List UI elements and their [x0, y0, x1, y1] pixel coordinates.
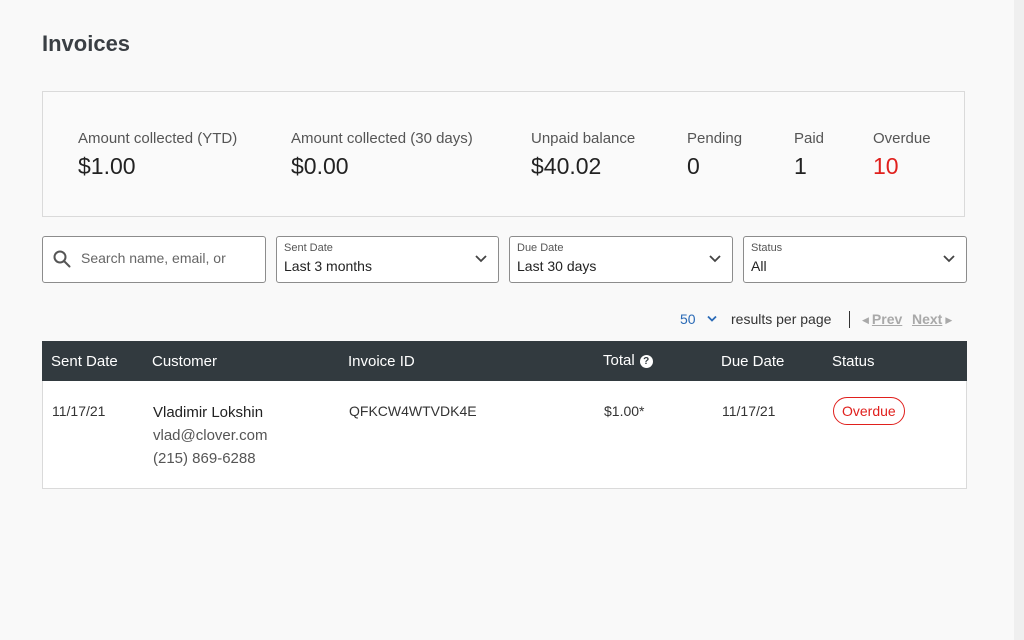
stat-30-days-label: Amount collected (30 days)	[291, 130, 473, 147]
chevron-down-icon[interactable]	[707, 315, 717, 323]
stat-unpaid-balance: Unpaid balance $40.02	[531, 130, 635, 180]
invoices-table: Sent Date Customer Invoice ID Total? Due…	[42, 341, 967, 489]
results-per-page-label: results per page	[731, 311, 832, 327]
search-input[interactable]	[81, 250, 231, 266]
stat-overdue-value: 10	[873, 153, 899, 179]
due-date-label: Due Date	[517, 242, 564, 254]
stat-pending-label: Pending	[687, 130, 743, 147]
status-filter-value: All	[751, 258, 767, 274]
pager-divider	[849, 311, 850, 328]
due-date-select[interactable]: Due Date Last 30 days	[509, 236, 733, 283]
column-header-total[interactable]: Total?	[603, 352, 653, 369]
customer-name: Vladimir Lokshin	[153, 404, 264, 421]
row-customer: Vladimir Lokshin vlad@clover.com (215) 8…	[153, 404, 267, 467]
status-badge: Overdue	[833, 397, 905, 425]
stat-pending-value: 0	[687, 153, 700, 179]
stat-30-days: Amount collected (30 days) $0.00	[291, 130, 473, 180]
column-header-invoice-id[interactable]: Invoice ID	[348, 353, 415, 370]
prev-page-button[interactable]: ◀ Prev	[862, 311, 902, 327]
next-page-button[interactable]: Next ▶	[912, 311, 952, 327]
chevron-left-icon: ◀	[862, 315, 869, 325]
help-icon[interactable]: ?	[639, 355, 653, 368]
next-page-label: Next	[912, 311, 943, 327]
search-icon	[53, 250, 71, 268]
page-title: Invoices	[42, 31, 131, 56]
stat-overdue-label: Overdue	[873, 130, 931, 147]
stat-pending: Pending 0	[687, 130, 742, 180]
summary-panel: Amount collected (YTD) $1.00 Amount coll…	[42, 91, 965, 217]
search-box[interactable]	[42, 236, 266, 283]
chevron-down-icon	[943, 255, 955, 263]
chevron-down-icon	[709, 255, 721, 263]
per-page-select[interactable]: 50	[680, 311, 696, 327]
row-sent-date: 11/17/21	[52, 403, 106, 419]
column-header-due-date[interactable]: Due Date	[721, 353, 784, 370]
stat-ytd: Amount collected (YTD) $1.00	[78, 130, 237, 180]
chevron-down-icon	[475, 255, 487, 263]
stat-unpaid-label: Unpaid balance	[531, 130, 636, 147]
column-header-total-label: Total	[603, 352, 635, 369]
stat-ytd-value: $1.00	[78, 153, 136, 179]
table-row[interactable]: 11/17/21 Vladimir Lokshin vlad@clover.co…	[42, 381, 967, 489]
table-header: Sent Date Customer Invoice ID Total? Due…	[42, 341, 967, 381]
row-total: $1.00*	[604, 403, 645, 419]
column-header-customer[interactable]: Customer	[152, 353, 217, 370]
sent-date-select[interactable]: Sent Date Last 3 months	[276, 236, 499, 283]
chevron-right-icon: ▶	[945, 315, 953, 325]
stat-paid: Paid 1	[794, 130, 824, 180]
right-edge-strip	[1014, 0, 1024, 640]
stat-ytd-label: Amount collected (YTD)	[78, 130, 238, 147]
stat-30-days-value: $0.00	[291, 153, 349, 179]
column-header-sent-date[interactable]: Sent Date	[51, 353, 118, 370]
prev-page-label: Prev	[871, 311, 903, 327]
status-filter-label: Status	[751, 242, 783, 254]
column-header-status[interactable]: Status	[832, 353, 875, 370]
stat-paid-label: Paid	[794, 130, 825, 147]
due-date-value: Last 30 days	[517, 258, 597, 274]
customer-email: vlad@clover.com	[153, 427, 268, 444]
customer-phone: (215) 869-6288	[153, 450, 256, 467]
stat-unpaid-value: $40.02	[531, 153, 602, 179]
stat-overdue: Overdue 10	[873, 130, 931, 180]
sent-date-value: Last 3 months	[284, 258, 372, 274]
stat-paid-value: 1	[794, 153, 807, 179]
row-invoice-id: QFKCW4WTVDK4E	[349, 403, 477, 419]
sent-date-label: Sent Date	[284, 242, 333, 254]
status-select[interactable]: Status All	[743, 236, 967, 283]
row-due-date: 11/17/21	[722, 403, 776, 419]
